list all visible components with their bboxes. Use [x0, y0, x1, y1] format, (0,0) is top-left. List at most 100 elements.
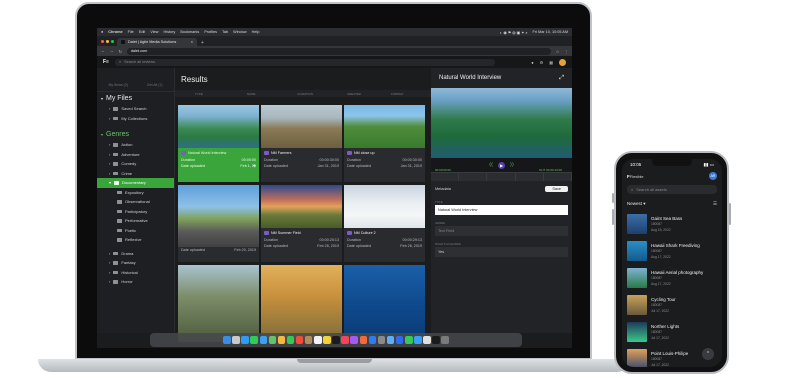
sidebar-item-drama[interactable]: › Drama	[97, 249, 174, 259]
xcode-icon[interactable]	[395, 336, 404, 344]
menu-help[interactable]: Help	[252, 30, 260, 34]
numbers-icon[interactable]	[405, 336, 413, 344]
notifications-icon[interactable]: ●	[531, 60, 533, 65]
sidebar-item-reflexive[interactable]: Reflexive	[97, 235, 174, 245]
menu-profiles[interactable]: Profiles	[204, 30, 217, 34]
tab-info[interactable]	[544, 173, 572, 181]
column-format[interactable]: FORMAT	[391, 92, 403, 96]
bookmark-star-icon[interactable]: ☆	[556, 49, 559, 54]
sidebar-item-expository[interactable]: Expository	[97, 188, 174, 198]
save-button[interactable]: Save	[545, 186, 568, 192]
sidebar-item-performative[interactable]: Performative	[97, 216, 174, 226]
phone-list-item[interactable]: Hawaii Shark Freediving 180087 Aug 17, 202…	[622, 237, 722, 264]
asset-card-nm-close-up[interactable]: NM close up Duration 00:00:30:00 Date upl…	[344, 105, 425, 182]
tab-comments[interactable]	[459, 173, 488, 181]
asset-card-nm-culture-2[interactable]: NM Culture 2 Duration 00:00:29:13 Date up…	[344, 185, 425, 262]
facetime-icon[interactable]	[286, 336, 295, 344]
column-created[interactable]: CREATED	[347, 92, 361, 96]
browser-tab-dalet[interactable]: Dalet | Agile Media Solutions ×	[117, 38, 197, 46]
maps-icon[interactable]	[268, 336, 277, 344]
menu-tab[interactable]: Tab	[222, 30, 228, 34]
launchpad-icon[interactable]	[232, 336, 240, 344]
notes-icon[interactable]	[323, 336, 331, 344]
menubar-status-icons[interactable]: ◐ ◉ ⚑ ◍ ▣ ✦ ⌕	[500, 30, 528, 35]
finder-icon[interactable]	[223, 336, 231, 344]
trash-icon[interactable]	[441, 336, 449, 344]
app-logo-icon[interactable]: F≡	[103, 59, 109, 65]
apps-icon[interactable]: ▦	[549, 60, 553, 65]
settings-icon[interactable]: ⚙	[540, 60, 544, 65]
tab-markers[interactable]	[487, 173, 516, 181]
add-to-collection-icon[interactable]: +	[252, 164, 256, 170]
sidebar-item-saved-search[interactable]: › Saved Search	[97, 104, 174, 114]
apple-icon[interactable]: ●	[101, 30, 103, 34]
asset-card-nm-farmers[interactable]: NM Farmers Duration 00:00:30:00 Date uplo…	[261, 105, 342, 182]
asset-card-road[interactable]: Date uploaded Feb 20, 2019	[178, 185, 259, 262]
close-tab-icon[interactable]: ×	[191, 40, 193, 44]
menu-window[interactable]: Window	[233, 30, 247, 34]
podcasts-icon[interactable]	[350, 336, 358, 344]
sidebar-item-fantasy[interactable]: › Fantasy	[97, 258, 174, 268]
scroll-to-top-button[interactable]: ⌃	[702, 348, 714, 360]
view-toggle-icon[interactable]: ☰	[713, 201, 717, 207]
messages-icon[interactable]	[250, 336, 258, 344]
app-search-input[interactable]: ⌕ Search all reviews	[114, 58, 495, 66]
sidebar-section-genres[interactable]: ▾ Genres	[97, 128, 174, 140]
forward-icon[interactable]: →	[110, 49, 114, 53]
address-bar[interactable]: dalet.com	[126, 47, 551, 55]
contacts-icon[interactable]	[304, 336, 313, 344]
close-window-icon[interactable]	[101, 40, 104, 43]
tab-metadata[interactable]	[431, 173, 460, 181]
sidebar-item-horror[interactable]: › Horror	[97, 277, 174, 287]
sidebar-item-documentary[interactable]: ▾ Documentary	[97, 178, 174, 188]
column-duration[interactable]: DURATION	[298, 92, 313, 96]
music-icon[interactable]	[341, 336, 349, 344]
phone-list-item[interactable]: Norther Lights 180087 Jul 17, 2022	[622, 318, 722, 345]
minimize-window-icon[interactable]	[106, 40, 109, 43]
sidebar-item-participatory[interactable]: Participatory	[97, 207, 174, 217]
tv-icon[interactable]	[332, 336, 340, 344]
pages-icon[interactable]	[414, 336, 422, 344]
asset-card-nm-summer-field[interactable]: NM Summer Field Duration 00:00:25:13 Date…	[261, 185, 342, 262]
sidebar-head-left[interactable]: My Items (2)	[108, 83, 127, 87]
back-icon[interactable]: ←	[101, 49, 105, 53]
reload-icon[interactable]: ↻	[119, 49, 122, 54]
calendar-icon[interactable]	[295, 336, 304, 344]
safari-icon[interactable]	[241, 336, 249, 344]
play-button[interactable]: ▶	[498, 161, 505, 169]
asset-card-underwater[interactable]	[344, 265, 425, 342]
sidebar-item-crime[interactable]: › Crime	[97, 169, 174, 179]
column-type[interactable]: TYPE	[195, 92, 203, 96]
app-store-icon[interactable]	[368, 336, 377, 344]
sidebar-item-historical[interactable]: › Historical	[97, 268, 174, 278]
sidebar-head-right[interactable]: Get All (1)	[147, 83, 163, 87]
sidebar-item-action[interactable]: › Action	[97, 140, 174, 150]
phone-avatar[interactable]: AR	[709, 172, 717, 180]
video-preview[interactable]	[431, 88, 572, 158]
rights-field[interactable]: Yes	[435, 247, 568, 257]
sidebar-item-observational[interactable]: Observational	[97, 197, 174, 207]
user-avatar[interactable]	[559, 58, 566, 66]
mail-icon[interactable]	[259, 336, 267, 344]
news-icon[interactable]	[359, 336, 368, 344]
menu-chrome[interactable]: Chrome	[108, 30, 122, 34]
column-name[interactable]: NAME	[247, 92, 256, 96]
title-field[interactable]: Natural World Interview	[435, 205, 568, 215]
sidebar-item-my-collections[interactable]: › My Collections	[97, 114, 174, 124]
keynote-icon[interactable]	[386, 336, 395, 344]
genre-field[interactable]: Text Field	[435, 226, 568, 236]
menu-view[interactable]: View	[150, 30, 158, 34]
sort-dropdown[interactable]: Newest ▾	[627, 201, 646, 207]
browser-menu-icon[interactable]: ⋮	[564, 49, 568, 54]
reminders-icon[interactable]	[314, 336, 322, 344]
menu-edit[interactable]: Edit	[139, 30, 146, 34]
skip-forward-icon[interactable]: ⟩⟩	[510, 162, 514, 168]
asset-card-natural-world-interview[interactable]: Natural World Interview Duration 00:00:00…	[178, 105, 259, 182]
menu-bookmarks[interactable]: Bookmarks	[180, 30, 199, 34]
menu-history[interactable]: History	[164, 30, 176, 34]
skip-back-icon[interactable]: ⟨⟨	[489, 162, 493, 168]
sidebar-item-adventure[interactable]: › Adventure	[97, 150, 174, 160]
phone-list-item[interactable]: Hawaii Aerial photography 180087 Aug 17, 2…	[622, 264, 722, 291]
system-settings-icon[interactable]	[377, 336, 386, 344]
asset-card-bike-ride[interactable]	[261, 265, 342, 342]
